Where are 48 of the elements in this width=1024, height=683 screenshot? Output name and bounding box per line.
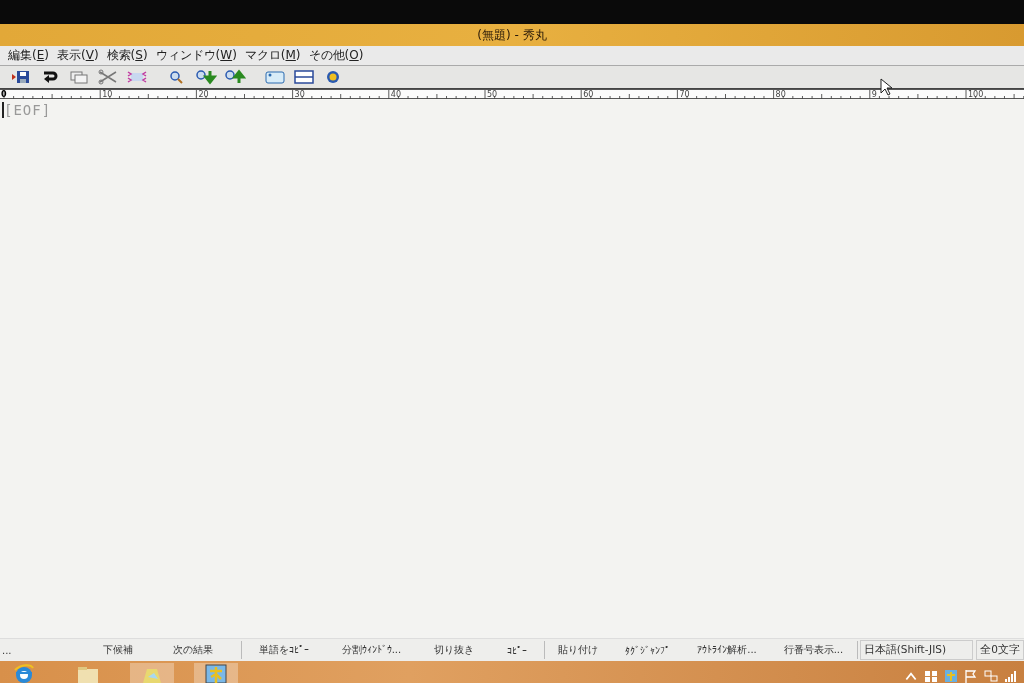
split-window-icon[interactable] bbox=[293, 69, 315, 85]
function-key[interactable]: 下候補 bbox=[101, 643, 136, 657]
window-icon[interactable] bbox=[264, 69, 286, 85]
function-key[interactable]: ... bbox=[0, 644, 14, 656]
signal-icon[interactable] bbox=[1004, 669, 1018, 683]
ruler-label: 20 bbox=[198, 89, 209, 99]
menu-item[interactable]: その他(O) bbox=[304, 47, 368, 64]
function-key[interactable]: 行番号表示... bbox=[781, 643, 846, 657]
ruler-label: 30 bbox=[294, 89, 305, 99]
function-key[interactable]: 貼り付け bbox=[556, 643, 601, 657]
character-count: 全0文字 bbox=[976, 640, 1024, 660]
function-key[interactable]: ﾀｸﾞｼﾞｬﾝﾌﾟ bbox=[623, 644, 673, 656]
ruler-label: 70 bbox=[679, 89, 690, 99]
ruler-label: 0 bbox=[1, 89, 7, 99]
search-up-icon[interactable] bbox=[224, 69, 246, 85]
function-key[interactable]: 切り抜き bbox=[432, 643, 477, 657]
taskbar-button[interactable] bbox=[194, 663, 238, 683]
search-down-icon[interactable] bbox=[195, 69, 217, 85]
ruler-label: 10 bbox=[102, 89, 113, 99]
menu-item[interactable]: 編集(E) bbox=[4, 47, 53, 64]
app-tray-icon[interactable] bbox=[944, 669, 958, 683]
network-icon[interactable] bbox=[984, 669, 998, 683]
editor-app-icon bbox=[203, 663, 229, 683]
function-key[interactable]: 分割ｳｨﾝﾄﾞｳ... bbox=[339, 643, 404, 657]
function-key[interactable]: ｱｳﾄﾗｲﾝ解析... bbox=[695, 643, 759, 657]
function-key[interactable]: ｺﾋﾟｰ bbox=[505, 644, 530, 656]
menu-item[interactable]: マクロ(M) bbox=[240, 47, 305, 64]
paste-icon[interactable] bbox=[126, 69, 148, 85]
encoding-status[interactable]: 日本語(Shift-JIS) bbox=[859, 640, 974, 660]
scissors-icon[interactable] bbox=[97, 69, 119, 85]
save-icon[interactable] bbox=[10, 69, 32, 85]
text-cursor bbox=[2, 102, 4, 118]
copy-icon[interactable] bbox=[68, 69, 90, 85]
ruler-label: 9 bbox=[871, 89, 877, 99]
menu-item[interactable]: ウィンドウ(W) bbox=[151, 47, 241, 64]
ruler-label: 100 bbox=[968, 89, 984, 99]
menu-item[interactable]: 検索(S) bbox=[102, 47, 152, 64]
ruler-label: 40 bbox=[390, 89, 401, 99]
menu-item[interactable]: 表示(V) bbox=[52, 47, 103, 64]
function-key[interactable]: 次の結果 bbox=[171, 643, 216, 657]
ruler-label: 50 bbox=[487, 89, 498, 99]
ruler-label: 60 bbox=[583, 89, 594, 99]
function-key[interactable]: 単語をｺﾋﾟｰ bbox=[256, 643, 311, 657]
flag-icon[interactable] bbox=[964, 669, 978, 683]
eof-mark: [EOF] bbox=[4, 102, 52, 118]
window-title: (無題) - 秀丸 bbox=[477, 26, 547, 44]
ruler-label: 80 bbox=[775, 89, 786, 99]
windows-logo-icon[interactable] bbox=[924, 669, 938, 683]
